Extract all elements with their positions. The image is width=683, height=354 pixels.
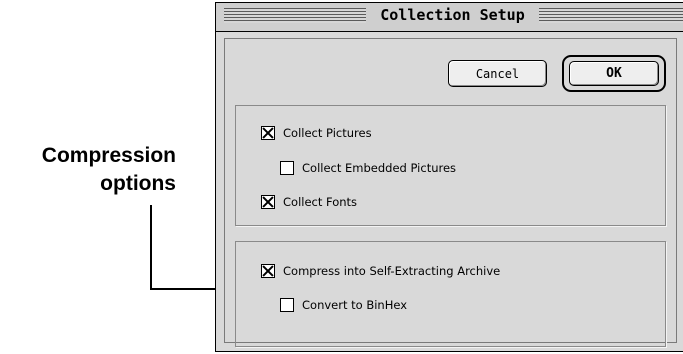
titlebar-stripes-right — [539, 8, 683, 23]
collect-embedded-pictures-checkbox[interactable] — [280, 161, 294, 175]
collect-fonts-label[interactable]: Collect Fonts — [283, 195, 357, 209]
collect-embedded-pictures-label[interactable]: Collect Embedded Pictures — [302, 161, 456, 175]
ok-button[interactable]: OK — [569, 61, 659, 86]
dialog-titlebar[interactable]: Collection Setup — [216, 3, 683, 32]
collect-fonts-row[interactable]: Collect Fonts — [261, 195, 357, 209]
compress-archive-checkbox[interactable] — [261, 264, 275, 278]
cancel-button[interactable]: Cancel — [448, 60, 547, 87]
convert-binhex-label[interactable]: Convert to BinHex — [302, 298, 407, 312]
collect-pictures-label[interactable]: Collect Pictures — [283, 126, 372, 140]
collection-setup-dialog: Collection Setup Cancel OK Collect Pictu… — [215, 2, 683, 352]
convert-binhex-row[interactable]: Convert to BinHex — [280, 298, 407, 312]
callout-leader-vertical — [150, 205, 152, 289]
convert-binhex-checkbox[interactable] — [280, 298, 294, 312]
compression-options-group: Compress into Self-Extracting Archive Co… — [235, 241, 666, 347]
compress-archive-label[interactable]: Compress into Self-Extracting Archive — [283, 264, 500, 278]
collect-embedded-pictures-row[interactable]: Collect Embedded Pictures — [280, 161, 456, 175]
callout-line-1: Compression — [41, 144, 176, 167]
dialog-title: Collection Setup — [380, 6, 525, 24]
dialog-content: Cancel OK Collect Pictures Collect Embed… — [224, 38, 677, 347]
titlebar-stripes-left — [224, 8, 366, 23]
collect-fonts-checkbox[interactable] — [261, 195, 275, 209]
compress-archive-row[interactable]: Compress into Self-Extracting Archive — [261, 264, 500, 278]
compression-options-callout: Compression options — [0, 142, 176, 198]
collect-pictures-row[interactable]: Collect Pictures — [261, 126, 372, 140]
collect-options-group: Collect Pictures Collect Embedded Pictur… — [235, 105, 666, 226]
collect-pictures-checkbox[interactable] — [261, 126, 275, 140]
callout-line-2: options — [100, 172, 176, 195]
